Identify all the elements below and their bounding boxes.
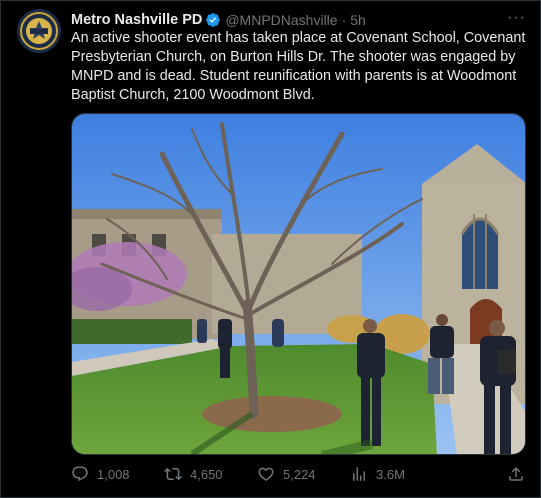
tweet-text: An active shooter event has taken place … (71, 30, 530, 103)
verified-badge-icon (206, 13, 221, 27)
reply-count: 1,008 (97, 466, 130, 482)
share-icon (509, 466, 523, 481)
like-button[interactable]: 5,224 (257, 465, 316, 483)
church-photo (72, 114, 525, 454)
user-handle[interactable]: @MNPDNashville (225, 12, 337, 28)
police-badge-icon (17, 9, 61, 53)
heart-icon (258, 467, 274, 481)
retweet-button[interactable]: 4,650 (164, 465, 223, 483)
retweet-count: 4,650 (190, 466, 223, 482)
reply-icon (72, 466, 88, 482)
views-chart-icon (353, 467, 365, 481)
timestamp[interactable]: 5h (350, 12, 366, 28)
reply-button[interactable]: 1,008 (71, 465, 130, 483)
retweet-icon (164, 467, 182, 481)
tweet-actions: 1,008 4,650 5,224 3.6M (71, 463, 527, 485)
more-options-icon[interactable]: ··· (507, 10, 526, 26)
separator-dot: · (341, 12, 347, 28)
tweet-photo[interactable] (71, 113, 526, 455)
like-count: 5,224 (283, 466, 316, 482)
display-name[interactable]: Metro Nashville PD (71, 12, 202, 28)
tweet-card[interactable]: Metro Nashville PD @MNPDNashville · 5h ·… (0, 0, 541, 498)
view-count: 3.6M (376, 466, 405, 482)
share-button[interactable] (507, 465, 533, 483)
views-button[interactable]: 3.6M (350, 465, 405, 483)
tweet-header: Metro Nashville PD @MNPDNashville · 5h ·… (71, 10, 526, 30)
avatar[interactable] (17, 9, 61, 53)
